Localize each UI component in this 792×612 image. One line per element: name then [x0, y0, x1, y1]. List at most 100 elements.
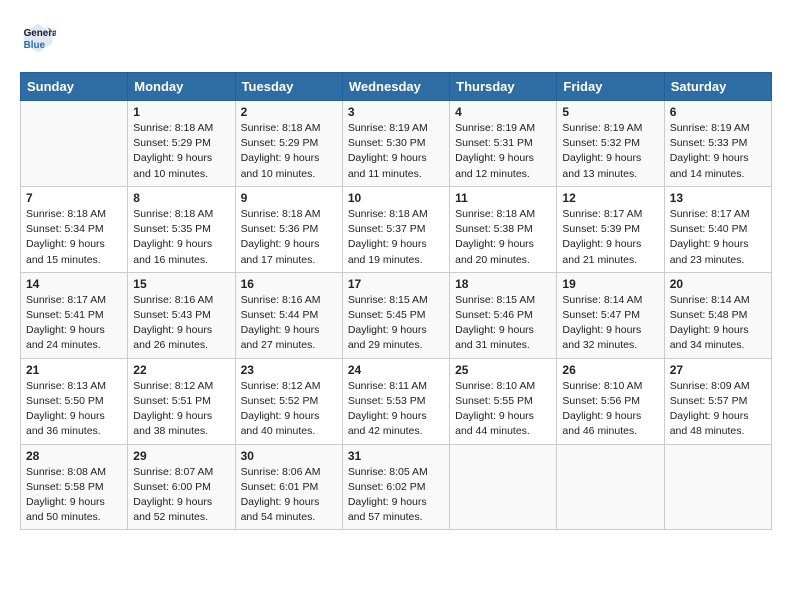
calendar-cell: 25Sunrise: 8:10 AMSunset: 5:55 PMDayligh… [450, 358, 557, 444]
sunrise-text: Sunrise: 8:16 AM [133, 294, 213, 306]
cell-info: Sunrise: 8:19 AMSunset: 5:30 PMDaylight:… [348, 121, 444, 182]
daylight-text: Daylight: 9 hours and 16 minutes. [133, 238, 212, 265]
daylight-text: Daylight: 9 hours and 10 minutes. [133, 152, 212, 179]
daylight-text: Daylight: 9 hours and 40 minutes. [241, 410, 320, 437]
day-number: 20 [670, 277, 766, 291]
sunset-text: Sunset: 5:36 PM [241, 223, 319, 235]
day-number: 4 [455, 105, 551, 119]
weekday-header-monday: Monday [128, 73, 235, 101]
cell-info: Sunrise: 8:14 AMSunset: 5:48 PMDaylight:… [670, 293, 766, 354]
day-number: 31 [348, 449, 444, 463]
day-number: 21 [26, 363, 122, 377]
daylight-text: Daylight: 9 hours and 31 minutes. [455, 324, 534, 351]
day-number: 12 [562, 191, 658, 205]
calendar-week-row: 14Sunrise: 8:17 AMSunset: 5:41 PMDayligh… [21, 272, 772, 358]
day-number: 13 [670, 191, 766, 205]
calendar-week-row: 21 Sunrise: 8:13 AMSunset: 5:50 PMDayligh… [21, 358, 772, 444]
sunrise-text: Sunrise: 8:18 AM [348, 208, 428, 220]
day-number: 8 [133, 191, 229, 205]
sunset-text: Sunset: 5:31 PM [455, 137, 533, 149]
calendar-cell: 17Sunrise: 8:15 AMSunset: 5:45 PMDayligh… [342, 272, 449, 358]
sunrise-text: Sunrise: 8:12 AM [241, 380, 321, 392]
day-number: 29 [133, 449, 229, 463]
calendar-body: 1Sunrise: 8:18 AMSunset: 5:29 PMDaylight… [21, 101, 772, 530]
day-number: 10 [348, 191, 444, 205]
cell-info: Sunrise: 8:16 AMSunset: 5:43 PMDaylight:… [133, 293, 229, 354]
sunrise-text: Sunrise: 8:09 AM [670, 380, 750, 392]
cell-info: Sunrise: 8:18 AMSunset: 5:29 PMDaylight:… [241, 121, 337, 182]
sunset-text: Sunset: 5:44 PM [241, 309, 319, 321]
day-number: 23 [241, 363, 337, 377]
cell-info: Sunrise: 8:06 AMSunset: 6:01 PMDaylight:… [241, 465, 337, 526]
calendar-cell: 4 Sunrise: 8:19 AM Sunset: 5:31 PM Daylight… [450, 101, 557, 187]
calendar-cell: 19Sunrise: 8:14 AMSunset: 5:47 PMDayligh… [557, 272, 664, 358]
calendar-cell [21, 101, 128, 187]
calendar-cell: 8 Sunrise: 8:18 AMSunset: 5:35 PMDaylight… [128, 186, 235, 272]
day-number: 17 [348, 277, 444, 291]
day-number: 5 [562, 105, 658, 119]
cell-info: Sunrise: 8:18 AMSunset: 5:29 PMDaylight:… [133, 121, 229, 182]
calendar-cell: 6Sunrise: 8:19 AMSunset: 5:33 PMDaylight… [664, 101, 771, 187]
sunrise-text: Sunrise: 8:19 AM [455, 122, 535, 134]
day-number: 24 [348, 363, 444, 377]
calendar-cell: 20 Sunrise: 8:14 AMSunset: 5:48 PMDayligh… [664, 272, 771, 358]
sunset-text: Sunset: 6:00 PM [133, 481, 211, 493]
calendar-cell: 16Sunrise: 8:16 AMSunset: 5:44 PMDayligh… [235, 272, 342, 358]
daylight-text: Daylight: 9 hours and 32 minutes. [562, 324, 641, 351]
calendar-cell: 31Sunrise: 8:05 AMSunset: 6:02 PMDayligh… [342, 444, 449, 530]
calendar-cell [557, 444, 664, 530]
sunrise-text: Sunrise: 8:18 AM [133, 208, 213, 220]
cell-info: Sunrise: 8:17 AMSunset: 5:39 PMDaylight:… [562, 207, 658, 268]
sunset-text: Sunset: 5:39 PM [562, 223, 640, 235]
calendar-cell [664, 444, 771, 530]
sunrise-text: Sunrise: 8:19 AM [670, 122, 750, 134]
daylight-text: Daylight: 9 hours and 10 minutes. [241, 152, 320, 179]
sunset-text: Sunset: 5:58 PM [26, 481, 104, 493]
sunrise-text: Sunrise: 8:18 AM [133, 122, 213, 134]
cell-info: Sunrise: 8:18 AMSunset: 5:36 PMDaylight:… [241, 207, 337, 268]
sunset-text: Sunset: 5:34 PM [26, 223, 104, 235]
cell-info: Sunrise: 8:13 AMSunset: 5:50 PMDaylight:… [26, 379, 122, 440]
day-number: 2 [241, 105, 337, 119]
sunset-text: Sunset: 5:32 PM [562, 137, 640, 149]
sunrise-text: Sunrise: 8:11 AM [348, 380, 427, 392]
cell-info: Sunrise: 8:19 AMSunset: 5:32 PMDaylight:… [562, 121, 658, 182]
weekday-header-tuesday: Tuesday [235, 73, 342, 101]
daylight-text: Daylight: 9 hours and 29 minutes. [348, 324, 427, 351]
sunset-text: Sunset: 5:30 PM [348, 137, 426, 149]
calendar-cell: 27Sunrise: 8:09 AMSunset: 5:57 PMDayligh… [664, 358, 771, 444]
sunrise-text: Sunrise: 8:10 AM [455, 380, 535, 392]
sunset-text: Sunset: 5:57 PM [670, 395, 748, 407]
sunrise-text: Sunrise: 8:18 AM [26, 208, 106, 220]
sunset-text: Sunset: 5:51 PM [133, 395, 211, 407]
cell-info: Sunrise: 8:17 AMSunset: 5:41 PMDaylight:… [26, 293, 122, 354]
calendar-cell: 3 Sunrise: 8:19 AMSunset: 5:30 PMDaylight… [342, 101, 449, 187]
cell-info: Sunrise: 8:14 AMSunset: 5:47 PMDaylight:… [562, 293, 658, 354]
daylight-text: Daylight: 9 hours and 48 minutes. [670, 410, 749, 437]
daylight-text: Daylight: 9 hours and 12 minutes. [455, 152, 534, 179]
logo: General Blue [20, 20, 60, 56]
daylight-text: Daylight: 9 hours and 14 minutes. [670, 152, 749, 179]
calendar-cell: 22Sunrise: 8:12 AMSunset: 5:51 PMDayligh… [128, 358, 235, 444]
sunset-text: Sunset: 5:45 PM [348, 309, 426, 321]
day-number: 18 [455, 277, 551, 291]
cell-info: Sunrise: 8:11 AMSunset: 5:53 PMDaylight:… [348, 379, 444, 440]
daylight-text: Daylight: 9 hours and 19 minutes. [348, 238, 427, 265]
calendar-cell [450, 444, 557, 530]
daylight-text: Daylight: 9 hours and 15 minutes. [26, 238, 105, 265]
sunrise-text: Sunrise: 8:10 AM [562, 380, 642, 392]
daylight-text: Daylight: 9 hours and 24 minutes. [26, 324, 105, 351]
cell-info: Sunrise: 8:12 AMSunset: 5:52 PMDaylight:… [241, 379, 337, 440]
daylight-text: Daylight: 9 hours and 44 minutes. [455, 410, 534, 437]
sunset-text: Sunset: 5:41 PM [26, 309, 104, 321]
day-number: 15 [133, 277, 229, 291]
sunrise-text: Sunrise: 8:17 AM [670, 208, 750, 220]
calendar-cell: 14Sunrise: 8:17 AMSunset: 5:41 PMDayligh… [21, 272, 128, 358]
sunset-text: Sunset: 6:01 PM [241, 481, 319, 493]
cell-info: Sunrise: 8:18 AMSunset: 5:35 PMDaylight:… [133, 207, 229, 268]
daylight-text: Daylight: 9 hours and 42 minutes. [348, 410, 427, 437]
cell-info: Sunrise: 8:09 AM Sunset: 5:57 PM Daylight:… [670, 379, 766, 440]
daylight-text: Daylight: 9 hours and 50 minutes. [26, 496, 105, 523]
day-number: 3 [348, 105, 444, 119]
calendar-cell: 18Sunrise: 8:15 AMSunset: 5:46 PMDayligh… [450, 272, 557, 358]
